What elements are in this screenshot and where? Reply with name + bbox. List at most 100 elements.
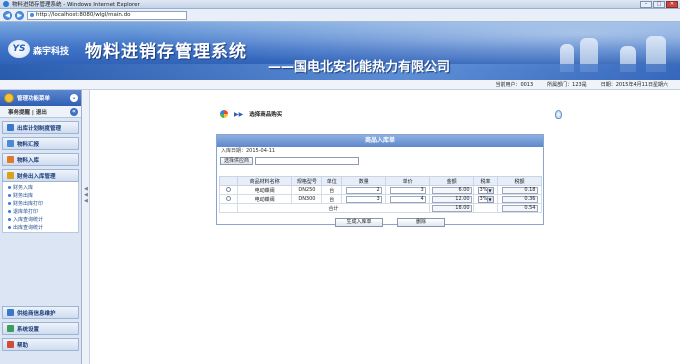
play-icon: ▶▶ bbox=[234, 110, 244, 118]
main-content: ▶▶ 选择商品购买 商品入库单 入库日期：2015-04-11 选择供应商 商品… bbox=[90, 90, 680, 364]
total-label: 合计 bbox=[236, 203, 431, 213]
generate-inbound-button[interactable]: 生成入库单 bbox=[335, 218, 383, 227]
maximize-button[interactable]: □ bbox=[653, 1, 665, 8]
col-name: 商品材料名称 bbox=[236, 176, 293, 186]
sidebar: 管理功能菜单 ⌄ 事务提醒 | 退出 « 出库计划制度管理 物料汇报 物料入库 … bbox=[0, 90, 82, 364]
sidebar-splitter[interactable]: ◀ ◀ ◀ bbox=[82, 90, 90, 364]
window-controls: – □ ✕ bbox=[640, 1, 678, 8]
tax-rate-value: 3% bbox=[479, 195, 488, 202]
cell-tax-wrap: 0.18 bbox=[497, 185, 542, 195]
menu-group-label: 财务出入库管理 bbox=[17, 173, 56, 180]
menu-group-supplier[interactable]: 供给商信息维护 bbox=[2, 306, 79, 319]
cell-spec: DN250 bbox=[291, 185, 323, 195]
system-title: 物料进销存管理系统 bbox=[85, 42, 247, 62]
minimize-button[interactable]: – bbox=[640, 1, 652, 8]
ie-icon bbox=[3, 1, 9, 7]
total-tax-wrap: 0.54 bbox=[497, 203, 542, 213]
col-tax: 税额 bbox=[497, 176, 542, 186]
cell-unit: 台 bbox=[321, 194, 343, 204]
row-select-cell bbox=[219, 194, 238, 204]
row-radio[interactable] bbox=[225, 196, 231, 201]
menu-group-label: 供给商信息维护 bbox=[17, 310, 56, 317]
total-amount-field: 18.00 bbox=[431, 204, 472, 212]
cell-amount-wrap: 12.00 bbox=[429, 194, 475, 204]
col-rate: 税率 bbox=[473, 176, 499, 186]
entry-date: 入库日期：2015-04-11 bbox=[221, 148, 276, 154]
splitter-arrows-icon: ◀ ◀ ◀ bbox=[84, 186, 88, 204]
menu-group-label: 帮助 bbox=[17, 342, 29, 349]
inbound-icon bbox=[7, 156, 14, 163]
bullet-icon bbox=[8, 217, 11, 221]
bullet-icon bbox=[8, 225, 11, 229]
menu-group-material-inbound[interactable]: 物料入库 bbox=[2, 153, 79, 166]
amount-field: 6.00 bbox=[431, 186, 472, 194]
sidebar-item-outbound-query[interactable]: 出库查询统计 bbox=[3, 223, 78, 231]
delete-button[interactable]: 删除 bbox=[397, 218, 445, 227]
breadcrumb-label: 选择商品购买 bbox=[249, 112, 283, 118]
menu-group-help[interactable]: 帮助 bbox=[2, 338, 79, 351]
tax-field: 0.36 bbox=[501, 195, 538, 203]
collapse-icon[interactable]: ⌄ bbox=[70, 94, 78, 102]
total-blank bbox=[219, 203, 238, 213]
table-row: 电动蝶阀 DN250 台 2 3 6.00 3% ▼ 0.18 bbox=[219, 185, 542, 195]
cell-rate-wrap: 3% ▼ bbox=[473, 194, 499, 204]
cell-unit: 台 bbox=[321, 185, 343, 195]
panel-title: 商品入库单 bbox=[217, 135, 543, 147]
chevron-down-icon: ▼ bbox=[486, 187, 493, 193]
inbound-items-table: 商品材料名称 规格型号 单位 数量 单价 金额 税率 税额 电动蝶阀 DN250… bbox=[219, 176, 542, 213]
row-radio[interactable] bbox=[225, 187, 231, 192]
menu-group-label: 物料汇报 bbox=[17, 141, 40, 148]
back-button[interactable]: ◀ bbox=[3, 10, 12, 20]
qty-input[interactable]: 3 bbox=[345, 195, 382, 203]
sidebar-item-finance-inbound[interactable]: 财务入库 bbox=[3, 183, 78, 191]
cell-qty-wrap: 2 bbox=[341, 185, 387, 195]
supplier-input[interactable] bbox=[255, 157, 360, 165]
menu-group-finance[interactable]: 财务出入库管理 bbox=[2, 169, 79, 182]
supplier-icon bbox=[7, 309, 14, 316]
help-icon bbox=[7, 341, 14, 348]
menu-group-outbound-plan[interactable]: 出库计划制度管理 bbox=[2, 121, 79, 134]
menu-group-label: 系统设置 bbox=[17, 326, 40, 333]
price-input[interactable]: 3 bbox=[389, 186, 426, 194]
tax-rate-select[interactable]: 3% ▼ bbox=[477, 186, 494, 194]
choose-supplier-button[interactable]: 选择供应商 bbox=[220, 157, 254, 165]
price-input[interactable]: 4 bbox=[389, 195, 426, 203]
sidebar-item-inbound-query[interactable]: 入库查询统计 bbox=[3, 215, 78, 223]
user-info-bar: 当前用户：0013 所属部门：123是 日期：2015年4月11日星期六 bbox=[0, 80, 680, 90]
sidebar-header: 管理功能菜单 ⌄ bbox=[0, 90, 81, 106]
url-field[interactable]: http://localhost:8080/wlgl/main.do bbox=[27, 10, 187, 20]
cell-spec: DN300 bbox=[291, 194, 323, 204]
menu-group-settings[interactable]: 系统设置 bbox=[2, 322, 79, 335]
total-amount-wrap: 18.00 bbox=[429, 203, 475, 213]
amount-field: 12.00 bbox=[431, 195, 472, 203]
reminder-logout-links[interactable]: 事务提醒 | 退出 bbox=[8, 108, 47, 116]
window-titlebar: 物料进销存管理系统 - Windows Internet Explorer – … bbox=[0, 0, 680, 9]
lightbulb-icon[interactable] bbox=[555, 110, 562, 119]
sidebar-top-links: 事务提醒 | 退出 « bbox=[0, 106, 81, 118]
close-button[interactable]: ✕ bbox=[666, 1, 678, 8]
finance-icon bbox=[7, 172, 14, 179]
sidebar-collapse-button[interactable]: « bbox=[70, 107, 78, 116]
cell-name: 电动蝶阀 bbox=[236, 194, 293, 204]
sidebar-item-label: 财务出库打印 bbox=[13, 200, 44, 207]
col-spec: 规格型号 bbox=[291, 176, 323, 186]
menu-group-material-report[interactable]: 物料汇报 bbox=[2, 137, 79, 150]
sidebar-item-finance-outbound-print[interactable]: 财务出库打印 bbox=[3, 199, 78, 207]
tax-rate-select[interactable]: 3% ▼ bbox=[477, 195, 494, 203]
menu-group-label: 出库计划制度管理 bbox=[17, 125, 62, 132]
hand-icon bbox=[4, 93, 14, 103]
sidebar-item-finance-outbound[interactable]: 财务出库 bbox=[3, 191, 78, 199]
sidebar-title: 管理功能菜单 bbox=[17, 96, 51, 102]
tax-rate-value: 3% bbox=[479, 186, 488, 193]
qty-input[interactable]: 2 bbox=[345, 186, 382, 194]
col-qty: 数量 bbox=[341, 176, 387, 186]
cell-name: 电动蝶阀 bbox=[236, 185, 293, 195]
cell-rate-wrap: 3% ▼ bbox=[473, 185, 499, 195]
bullet-icon bbox=[8, 193, 11, 197]
bullet-icon bbox=[8, 209, 11, 213]
finance-submenu: 财务入库 财务出库 财务出库打印 退库单打印 入库查询统计 出库查询统计 bbox=[2, 182, 79, 233]
sidebar-item-return-print[interactable]: 退库单打印 bbox=[3, 207, 78, 215]
col-select bbox=[219, 176, 238, 186]
forward-button[interactable]: ▶ bbox=[15, 10, 24, 20]
